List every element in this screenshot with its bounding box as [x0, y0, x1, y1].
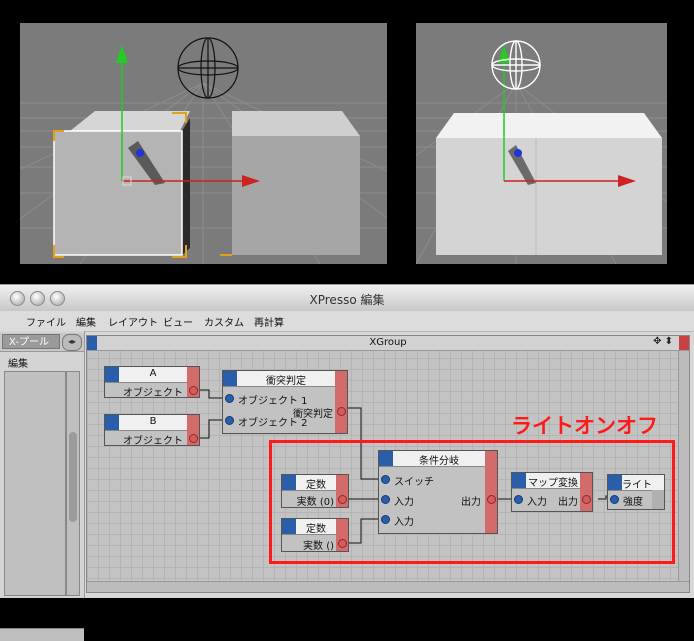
menu-bar: ファイル 編集 レイアウト ビュー カスタム 再計算 [0, 311, 694, 332]
output-port-pin[interactable] [337, 407, 346, 416]
port-label: 入力 [394, 497, 414, 508]
x-pool-edit-menu[interactable]: 編集 [8, 355, 28, 370]
port-label: 実数 () [303, 541, 334, 552]
node-object-b[interactable]: B オブジェクト [104, 414, 200, 447]
tab-x-pool[interactable]: X-プール [2, 334, 60, 349]
input-port-pin[interactable] [381, 495, 390, 504]
port-label: 入力 [527, 497, 547, 508]
x-pool-tabbar: X-プール ◂▸ [0, 333, 84, 352]
cube-left-side [182, 118, 190, 255]
cube-left-front [54, 131, 182, 255]
port-label: オブジェクト 2 [238, 418, 308, 429]
menu-layout[interactable]: レイアウト [108, 314, 158, 329]
z-axis-handle [136, 149, 144, 157]
node-title: A [149, 368, 157, 379]
node-title: 定数 [306, 480, 326, 491]
x-pool-panel: X-プール ◂▸ 編集 [0, 331, 85, 641]
node-collision[interactable]: 衝突判定 オブジェクト 1 衝突判定 オブジェクト 2 [222, 370, 348, 434]
port-label: 実数 (0) [296, 497, 334, 508]
port-label: オブジェクト [123, 388, 183, 399]
light-object-icon [491, 40, 541, 90]
light-on-off-annotation: ライトオンオフ [511, 414, 658, 438]
node-editor[interactable]: XGroup ✥ ⬍ ライトオンオフ A オブジェクト B オブジェクト 衝突判… [86, 335, 690, 593]
port-label: 強度 [623, 497, 643, 508]
port-label: 出力 [461, 497, 481, 508]
port-label: 入力 [394, 517, 414, 528]
menu-edit[interactable]: 編集 [76, 314, 96, 329]
node-title: マップ変換 [528, 478, 578, 489]
scrollbar-thumb[interactable] [69, 432, 77, 522]
cubes-top [436, 113, 662, 138]
node-title: 衝突判定 [266, 376, 306, 387]
node-title: 定数 [306, 524, 326, 535]
node-light[interactable]: ライト 強度 [607, 474, 665, 510]
node-object-a[interactable]: A オブジェクト [104, 366, 200, 399]
x-pool-hscrollbar[interactable] [0, 628, 84, 641]
port-label: スイッチ [394, 477, 434, 488]
viewport-right[interactable] [416, 23, 667, 264]
cubes-front [436, 138, 662, 255]
window-title: XPresso 編集 [309, 293, 385, 307]
viewport-left-scene [20, 37, 387, 264]
input-port-pin[interactable] [381, 515, 390, 524]
input-port-pin[interactable] [225, 394, 234, 403]
output-port-pin[interactable] [189, 386, 198, 395]
input-port-pin[interactable] [225, 416, 234, 425]
node-constant-1[interactable]: 定数 実数 (0) [281, 474, 349, 508]
tab-scroll-arrows-icon[interactable]: ◂▸ [62, 334, 82, 351]
port-label: 出力 [558, 497, 578, 508]
output-port-pin[interactable] [582, 495, 591, 504]
port-label: オブジェクト [123, 436, 183, 447]
output-port-pin[interactable] [189, 434, 198, 443]
node-range-mapper[interactable]: マップ変換 入力 出力 [511, 472, 593, 512]
xpresso-window: XPresso 編集 ファイル 編集 レイアウト ビュー カスタム 再計算 X-… [0, 284, 694, 641]
x-pool-scrollbar[interactable] [66, 371, 80, 596]
output-port-pin[interactable] [338, 495, 347, 504]
output-port-pin[interactable] [338, 539, 347, 548]
cube-right-top [232, 111, 360, 136]
node-title: B [149, 416, 157, 427]
input-port-pin[interactable] [610, 495, 619, 504]
menu-custom[interactable]: カスタム [204, 314, 244, 329]
z-axis-handle [514, 149, 522, 157]
input-port-pin[interactable] [381, 475, 390, 484]
node-title: ライト [622, 480, 652, 491]
title-bar[interactable]: XPresso 編集 [0, 285, 694, 312]
viewport-right-scene [416, 40, 667, 264]
node-title: 条件分岐 [419, 456, 459, 467]
light-object-icon [177, 37, 239, 99]
node-constant-2[interactable]: 定数 実数 () [281, 518, 349, 552]
menu-recalculate[interactable]: 再計算 [254, 314, 284, 329]
x-pool-list[interactable] [4, 371, 66, 596]
viewport-left[interactable] [20, 23, 387, 264]
input-port-pin[interactable] [514, 495, 523, 504]
menu-view[interactable]: ビュー [163, 314, 193, 329]
menu-file[interactable]: ファイル [26, 314, 66, 329]
output-port-pin[interactable] [487, 495, 496, 504]
node-condition[interactable]: 条件分岐 スイッチ 入力 出力 入力 [378, 450, 498, 534]
cube-right-front [232, 136, 360, 255]
